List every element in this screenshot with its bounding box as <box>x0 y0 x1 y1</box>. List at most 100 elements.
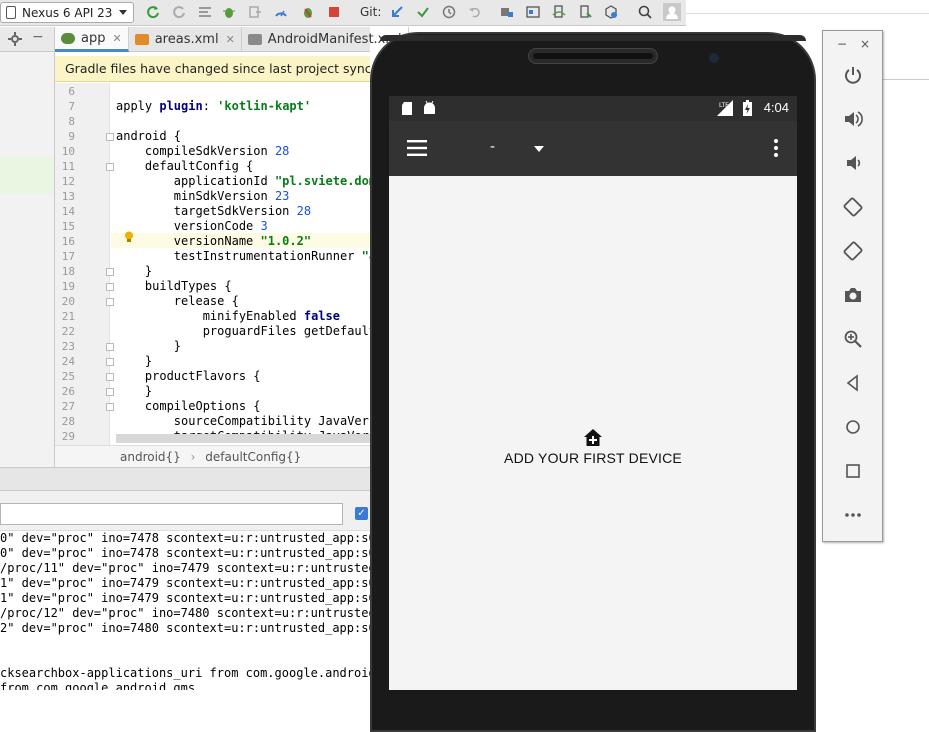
sdk-manager-icon[interactable] <box>526 5 540 19</box>
manifest-file-icon <box>247 34 262 45</box>
more-icon[interactable] <box>843 505 863 525</box>
fold-marker[interactable] <box>106 358 114 366</box>
fold-marker[interactable] <box>106 403 114 411</box>
code-line: targetSdkVersion 28 <box>116 204 312 218</box>
sync-icon[interactable] <box>146 5 160 19</box>
close-icon[interactable]: ✕ <box>112 32 121 45</box>
place-spinner-label[interactable]: - <box>490 138 495 155</box>
log-line: 1" dev="proc" ino=7479 scontext=u:r:untr… <box>0 576 370 590</box>
phone-bezel-edge <box>380 35 806 41</box>
code-line: } <box>116 384 153 398</box>
revert-icon[interactable] <box>468 5 482 19</box>
breadcrumb-default-config[interactable]: defaultConfig{} <box>205 450 301 464</box>
device-selector-label: Nexus 6 API 23 <box>22 5 113 20</box>
tab-app[interactable]: app ✕ <box>55 27 129 52</box>
add-home-icon[interactable] <box>584 429 602 446</box>
regex-checkbox[interactable]: ✓ <box>355 507 368 520</box>
project-tool-window: − <box>0 27 55 467</box>
log-line: 1" dev="proc" ino=7479 scontext=u:r:untr… <box>0 591 370 605</box>
rotate-right-icon[interactable] <box>843 241 863 261</box>
chevron-down-icon <box>119 10 127 15</box>
rerun-icon[interactable] <box>172 5 186 19</box>
add-first-device-text[interactable]: ADD YOUR FIRST DEVICE <box>389 450 797 466</box>
profile-icon[interactable] <box>274 5 288 19</box>
hide-panel-icon[interactable]: − <box>32 29 44 45</box>
volume-up-icon[interactable] <box>843 109 863 129</box>
line-number: 26 <box>61 385 75 398</box>
git-commit-icon[interactable] <box>416 5 430 19</box>
device-selector[interactable]: Nexus 6 API 23 <box>0 2 134 23</box>
logcat-output[interactable]: 0" dev="proc" ino=7478 scontext=u:r:untr… <box>0 531 370 690</box>
gear-icon[interactable] <box>8 32 22 46</box>
fold-marker[interactable] <box>106 133 114 141</box>
line-number: 16 <box>61 235 75 248</box>
volume-down-icon[interactable] <box>843 153 863 173</box>
logcat-search-input[interactable] <box>0 503 343 525</box>
code-line: release { <box>116 294 239 308</box>
apply-changes-icon[interactable] <box>301 5 315 19</box>
empty-state[interactable]: ADD YOUR FIRST DEVICE <box>389 429 797 466</box>
fold-marker[interactable] <box>106 298 114 306</box>
line-number: 15 <box>61 220 75 233</box>
code-line: sourceCompatibility JavaVers <box>116 414 370 428</box>
status-time: 4:04 <box>763 100 789 115</box>
ide-background-right <box>883 14 929 80</box>
minimize-button[interactable]: − <box>837 37 847 51</box>
line-number: 7 <box>68 100 75 113</box>
avd-manager-icon[interactable] <box>552 5 566 19</box>
log-line: 0" dev="proc" ino=7478 scontext=u:r:untr… <box>0 531 370 545</box>
line-number: 25 <box>61 370 75 383</box>
code-editor[interactable]: 6 7 8 9 10 11 12 13 14 15 16 17 18 19 20 21 22 23 24 25 26 27… <box>55 83 370 445</box>
rotate-left-icon[interactable] <box>843 197 863 217</box>
fold-marker[interactable] <box>106 343 114 351</box>
breadcrumb-android[interactable]: android{} <box>120 450 181 464</box>
line-number: 13 <box>61 190 75 203</box>
android-status-bar: LTE 4:04 <box>389 96 797 121</box>
line-number: 17 <box>61 250 75 263</box>
search-icon[interactable] <box>638 5 652 19</box>
log-line: 2" dev="proc" ino=7480 scontext=u:r:untr… <box>0 621 370 635</box>
toolbar-right-area <box>686 0 929 14</box>
log-line: /proc/12" dev="proc" ino=7480 scontext=u… <box>0 606 370 620</box>
back-icon[interactable] <box>843 373 863 393</box>
log-line: from com.google.android.gms <box>0 681 196 690</box>
fold-marker[interactable] <box>106 388 114 396</box>
dropdown-arrow-icon[interactable] <box>534 146 544 152</box>
editor-gutter: 6 7 8 9 10 11 12 13 14 15 16 17 18 19 20 21 22 23 24 25 26 27… <box>55 83 110 445</box>
project-structure-icon[interactable] <box>500 5 514 19</box>
line-number: 21 <box>61 310 75 323</box>
code-line: } <box>116 339 182 353</box>
phone-screen[interactable]: LTE 4:04 - ADD YOUR FIRST DEVICE <box>389 96 797 690</box>
close-button[interactable]: × <box>860 37 870 51</box>
hamburger-menu-icon[interactable] <box>407 140 427 156</box>
gradle-sync-notification: Gradle files have changed since last pro… <box>55 56 370 82</box>
git-update-icon[interactable] <box>390 5 404 19</box>
fold-marker[interactable] <box>106 268 114 276</box>
tab-areas-xml[interactable]: areas.xml ✕ <box>129 27 242 52</box>
fold-marker[interactable] <box>106 283 114 291</box>
line-number: 20 <box>61 295 75 308</box>
device-monitor-icon[interactable] <box>578 5 592 19</box>
fold-marker[interactable] <box>106 373 114 381</box>
fold-marker[interactable] <box>106 163 114 171</box>
history-icon[interactable] <box>442 5 456 19</box>
line-number: 27 <box>61 400 75 413</box>
code-line: versionName "1.0.2" <box>116 234 312 248</box>
attach-icon[interactable] <box>248 5 262 19</box>
package-icon[interactable] <box>604 5 618 19</box>
home-icon[interactable] <box>843 417 863 437</box>
account-icon[interactable] <box>663 3 681 21</box>
overflow-menu-icon[interactable] <box>774 139 778 157</box>
power-icon[interactable] <box>843 65 863 85</box>
coverage-icon[interactable] <box>198 5 212 19</box>
tab-label: areas.xml <box>154 32 219 47</box>
zoom-icon[interactable] <box>843 329 863 349</box>
line-number: 6 <box>68 85 75 98</box>
debug-icon[interactable] <box>222 5 236 19</box>
overview-icon[interactable] <box>843 461 863 481</box>
horizontal-scrollbar[interactable] <box>116 434 370 443</box>
selected-file-row[interactable] <box>0 157 53 194</box>
stop-icon[interactable] <box>327 5 341 19</box>
close-icon[interactable]: ✕ <box>226 33 235 46</box>
screenshot-icon[interactable] <box>843 285 863 305</box>
